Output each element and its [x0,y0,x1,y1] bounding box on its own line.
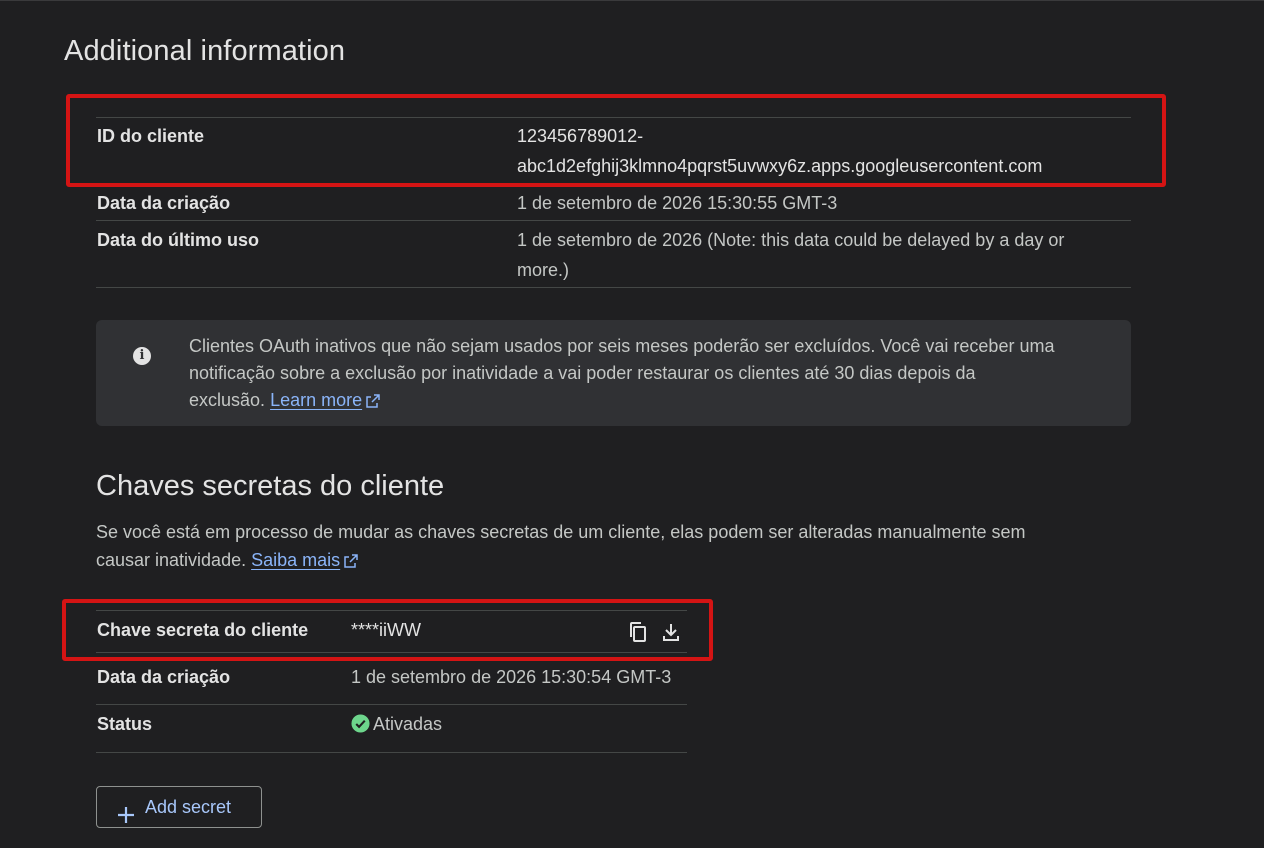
plus-icon [117,798,135,838]
inactivity-notice: i Clientes OAuth inativos que não sejam … [96,320,1131,426]
last-used-row: Data do último uso 1 de setembro de 2026… [96,225,1131,288]
section-title: Additional information [64,35,346,67]
secret-creation-date-value: 1 de setembro de 2026 15:30:54 GMT-3 [351,667,672,687]
check-circle-icon [351,712,370,733]
add-secret-button[interactable]: Add secret [96,786,262,828]
secrets-description: Se você está em processo de mudar as cha… [96,518,1106,576]
last-used-value: 1 de setembro de 2026 (Note: this data c… [517,230,1065,280]
add-secret-label: Add secret [145,797,232,817]
creation-date-row: Data da criação 1 de setembro de 2026 15… [96,188,1131,221]
notice-text: Clientes OAuth inativos que não sejam us… [189,333,1119,416]
status-value: Ativadas [351,709,442,739]
secret-creation-date-row: Data da criação 1 de setembro de 2026 15… [96,662,687,705]
status-text: Ativadas [373,714,443,734]
creation-date-label: Data da criação [97,193,231,213]
highlight-box-client-secret [62,599,713,661]
external-link-icon [366,389,380,416]
status-label: Status [97,714,153,734]
saiba-mais-link[interactable]: Saiba mais [251,550,340,570]
external-link-icon [344,548,358,576]
status-row: Status Ativadas [96,709,687,753]
secret-creation-date-label: Data da criação [97,667,231,687]
last-used-label: Data do último uso [97,230,259,250]
creation-date-value: 1 de setembro de 2026 15:30:55 GMT-3 [517,193,838,213]
learn-more-link[interactable]: Learn more [270,390,362,410]
page: Additional information ID do cliente 123… [0,0,1264,848]
info-icon: i [133,347,151,365]
secrets-title: Chaves secretas do cliente [96,470,445,502]
highlight-box-client-id [66,94,1166,187]
